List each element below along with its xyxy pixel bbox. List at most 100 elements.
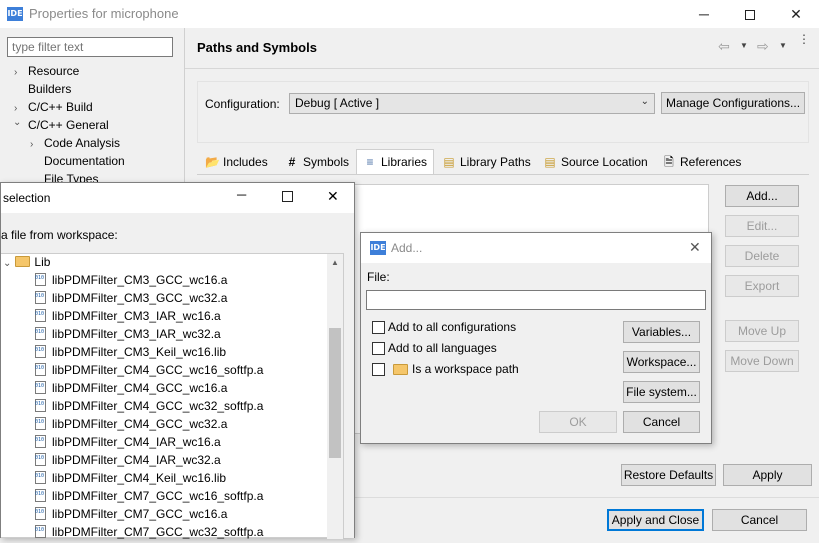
back-icon[interactable]: ⇦ bbox=[718, 38, 730, 55]
file-name: libPDMFilter_CM4_Keil_wc16.lib bbox=[52, 471, 227, 485]
tab-label: Includes bbox=[223, 155, 268, 169]
list-item[interactable]: libPDMFilter_CM3_GCC_wc16.a bbox=[35, 273, 227, 291]
edit-button[interactable]: Edit... bbox=[725, 215, 799, 237]
list-item[interactable]: libPDMFilter_CM7_GCC_wc16.a bbox=[35, 507, 227, 525]
forward-icon[interactable]: ⇨ bbox=[757, 38, 769, 55]
chevron-right-icon[interactable]: › bbox=[14, 67, 17, 78]
folder-label: Lib bbox=[34, 255, 51, 269]
close-icon[interactable]: ✕ bbox=[327, 188, 339, 205]
sidebar-item-cpp-build[interactable]: C/C++ Build bbox=[28, 100, 93, 114]
apply-and-close-button[interactable]: Apply and Close bbox=[607, 509, 704, 531]
scroll-thumb[interactable] bbox=[329, 328, 341, 458]
configuration-select[interactable]: Debug [ Active ] ⌄ bbox=[289, 93, 655, 114]
workspace-path-checkbox[interactable] bbox=[372, 363, 385, 376]
list-item[interactable]: libPDMFilter_CM4_IAR_wc32.a bbox=[35, 453, 221, 471]
add-to-all-configurations-checkbox[interactable] bbox=[372, 321, 385, 334]
library-file-icon bbox=[35, 381, 46, 394]
list-item[interactable]: libPDMFilter_CM4_Keil_wc16.lib bbox=[35, 471, 226, 489]
workspace-file-tree[interactable]: ⌄ Lib libPDMFilter_CM3_GCC_wc16.a libPDMF… bbox=[1, 253, 344, 539]
apply-button[interactable]: Apply bbox=[723, 464, 812, 486]
maximize-icon[interactable] bbox=[727, 0, 773, 28]
tab-libraries[interactable]: ≡ Libraries bbox=[356, 149, 434, 175]
tab-symbols[interactable]: # Symbols bbox=[285, 152, 349, 174]
manage-configurations-button[interactable]: Manage Configurations... bbox=[661, 92, 805, 114]
ide-logo-icon: IDE bbox=[370, 241, 386, 255]
sidebar-item-resource[interactable]: Resource bbox=[28, 64, 79, 78]
file-name: libPDMFilter_CM4_GCC_wc32_softfp.a bbox=[52, 399, 264, 413]
file-system-button[interactable]: File system... bbox=[623, 381, 700, 403]
variables-button[interactable]: Variables... bbox=[623, 321, 700, 343]
close-icon[interactable]: ✕ bbox=[773, 0, 819, 28]
list-item[interactable]: libPDMFilter_CM3_IAR_wc16.a bbox=[35, 309, 221, 327]
sidebar-item-code-analysis[interactable]: Code Analysis bbox=[44, 136, 120, 150]
minimize-icon[interactable]: ─ bbox=[681, 0, 727, 28]
move-up-button[interactable]: Move Up bbox=[725, 320, 799, 342]
file-selection-body: a file from workspace: ⌄ Lib libPDMFilter… bbox=[1, 213, 354, 539]
list-item[interactable]: libPDMFilter_CM4_GCC_wc16.a bbox=[35, 381, 227, 399]
filter-input[interactable] bbox=[7, 37, 173, 57]
chevron-right-icon[interactable]: › bbox=[30, 139, 33, 150]
dropdown-icon[interactable]: ▼ bbox=[740, 41, 748, 50]
add-to-all-languages-checkbox[interactable] bbox=[372, 342, 385, 355]
sidebar-item-documentation[interactable]: Documentation bbox=[44, 154, 125, 168]
list-item[interactable]: libPDMFilter_CM4_GCC_wc32.a bbox=[35, 417, 227, 435]
list-item[interactable]: libPDMFilter_CM7_GCC_wc32_softfp.a bbox=[35, 525, 263, 543]
tab-label: References bbox=[680, 155, 742, 169]
workspace-path-label[interactable]: Is a workspace path bbox=[412, 362, 519, 376]
ok-button[interactable]: OK bbox=[539, 411, 617, 433]
chevron-right-icon[interactable]: › bbox=[14, 103, 17, 114]
workspace-button[interactable]: Workspace... bbox=[623, 351, 700, 373]
file-name: libPDMFilter_CM3_IAR_wc32.a bbox=[52, 327, 221, 341]
ide-logo-icon: IDE bbox=[7, 7, 23, 21]
tab-library-paths[interactable]: ▤ Library Paths bbox=[442, 152, 530, 174]
scroll-up-icon[interactable]: ▲ bbox=[327, 254, 343, 271]
list-item[interactable]: libPDMFilter_CM3_IAR_wc32.a bbox=[35, 327, 221, 345]
sidebar-item-cpp-general[interactable]: C/C++ General bbox=[28, 118, 109, 132]
add-to-all-languages-label[interactable]: Add to all languages bbox=[388, 341, 497, 355]
restore-defaults-button[interactable]: Restore Defaults bbox=[621, 464, 716, 486]
list-item[interactable]: libPDMFilter_CM7_GCC_wc16_softfp.a bbox=[35, 489, 263, 507]
chevron-down-icon[interactable]: ⌄ bbox=[13, 117, 21, 128]
sidebar-item-builders[interactable]: Builders bbox=[28, 82, 71, 96]
chevron-down-icon[interactable]: ⌄ bbox=[3, 258, 11, 269]
dropdown-icon[interactable]: ▼ bbox=[779, 41, 787, 50]
library-file-icon bbox=[35, 309, 46, 322]
file-name: libPDMFilter_CM4_GCC_wc16.a bbox=[52, 381, 228, 395]
add-dialog-titlebar: IDE Add... ✕ bbox=[361, 233, 711, 263]
tab-includes[interactable]: 📂 Includes bbox=[205, 152, 268, 174]
delete-button[interactable]: Delete bbox=[725, 245, 799, 267]
library-file-icon bbox=[35, 273, 46, 286]
add-cancel-button[interactable]: Cancel bbox=[623, 411, 700, 433]
vertical-scrollbar[interactable]: ▲ bbox=[327, 254, 343, 539]
export-button[interactable]: Export bbox=[725, 275, 799, 297]
close-icon[interactable]: ✕ bbox=[689, 239, 701, 256]
library-file-icon bbox=[35, 507, 46, 520]
list-item[interactable]: libPDMFilter_CM4_GCC_wc16_softfp.a bbox=[35, 363, 263, 381]
move-down-button[interactable]: Move Down bbox=[725, 350, 799, 372]
tab-source-location[interactable]: ▤ Source Location bbox=[543, 152, 648, 174]
tab-references[interactable]: 🗎 References bbox=[662, 152, 741, 174]
hash-icon: # bbox=[288, 155, 296, 169]
library-file-icon bbox=[35, 435, 46, 448]
library-file-icon bbox=[35, 417, 46, 430]
add-button[interactable]: Add... bbox=[725, 185, 799, 207]
file-name: libPDMFilter_CM7_GCC_wc16_softfp.a bbox=[52, 489, 264, 503]
add-to-all-configurations-label[interactable]: Add to all configurations bbox=[388, 320, 516, 334]
file-path-input[interactable] bbox=[366, 290, 706, 310]
more-icon[interactable]: ⋮ bbox=[798, 33, 810, 45]
add-dialog: IDE Add... ✕ File: Add to all configurat… bbox=[360, 232, 712, 444]
tab-label: Source Location bbox=[561, 155, 648, 169]
maximize-icon[interactable] bbox=[282, 191, 293, 202]
folder-lib[interactable]: ⌄ Lib bbox=[3, 255, 50, 269]
list-item[interactable]: libPDMFilter_CM4_GCC_wc32_softfp.a bbox=[35, 399, 263, 417]
library-file-icon bbox=[35, 327, 46, 340]
cancel-button[interactable]: Cancel bbox=[712, 509, 807, 531]
properties-window: IDE Properties for microphone ─ ✕ › Reso… bbox=[0, 0, 819, 539]
list-item[interactable]: libPDMFilter_CM4_IAR_wc16.a bbox=[35, 435, 221, 453]
library-paths-icon: ▤ bbox=[443, 155, 455, 169]
file-selection-dialog: selection ─ ✕ a file from workspace: ⌄ Li… bbox=[0, 182, 355, 539]
folder-open-icon bbox=[15, 256, 31, 267]
list-item[interactable]: libPDMFilter_CM3_GCC_wc32.a bbox=[35, 291, 227, 309]
minimize-icon[interactable]: ─ bbox=[237, 187, 246, 202]
list-item[interactable]: libPDMFilter_CM3_Keil_wc16.lib bbox=[35, 345, 226, 363]
